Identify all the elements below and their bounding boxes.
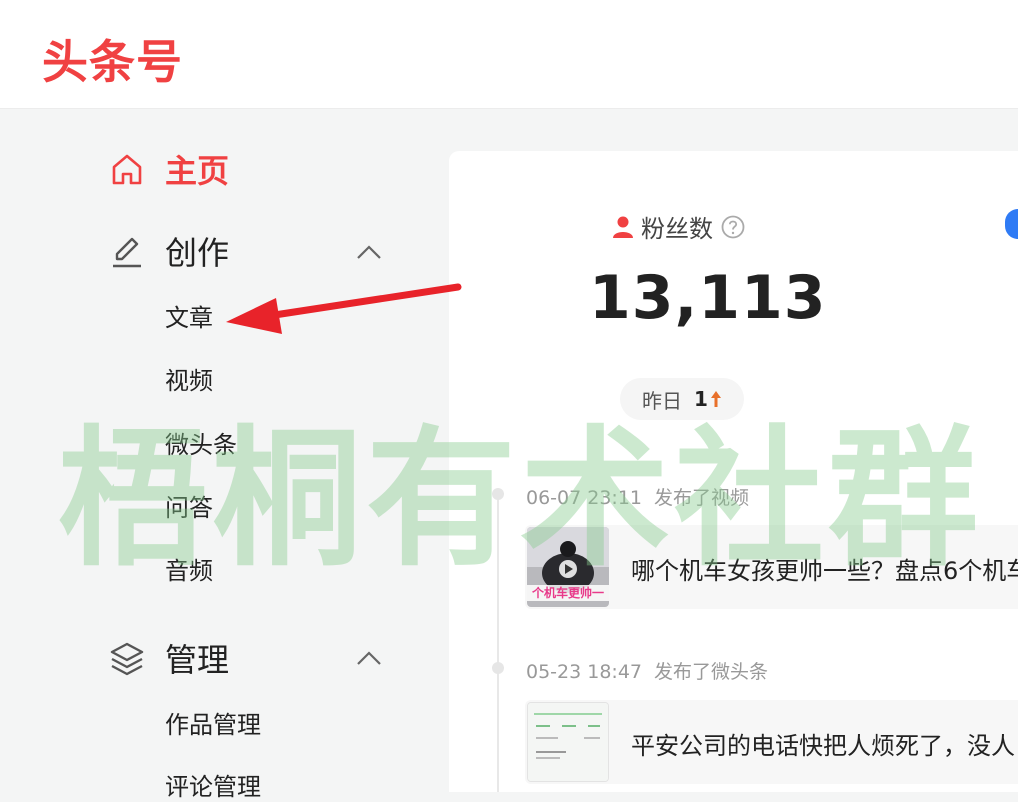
yesterday-badge: 昨日 1: [620, 378, 744, 420]
timeline-action: 发布了视频: [654, 487, 750, 509]
timeline-date: 06-07 23:11: [526, 487, 643, 509]
layers-icon: [110, 642, 144, 676]
timeline-action: 发布了微头条: [654, 661, 769, 683]
timeline-card-title[interactable]: 平安公司的电话快把人烦死了，没人: [631, 726, 1015, 761]
chevron-up-icon[interactable]: [355, 243, 383, 261]
sidebar-group-label: 管理: [165, 641, 230, 679]
video-thumbnail[interactable]: 个机车更帅一: [527, 527, 609, 607]
followers-count: 13,113: [589, 263, 827, 333]
arrow-up-icon: [710, 391, 721, 407]
sidebar-group-manage[interactable]: 管理: [108, 636, 229, 680]
yesterday-label: 昨日: [642, 388, 683, 413]
sidebar-group-label: 创作: [165, 234, 230, 272]
timeline-card-title[interactable]: 哪个机车女孩更帅一些？盘点6个机车: [631, 551, 1018, 586]
post-thumbnail[interactable]: [527, 702, 609, 782]
sidebar-item-label: 主页: [165, 152, 230, 190]
sidebar-item-home[interactable]: 主页: [108, 147, 229, 191]
timeline-card-micro-headline[interactable]: 平安公司的电话快把人烦死了，没人: [525, 700, 1018, 784]
brand-logo[interactable]: 头条号: [42, 26, 183, 92]
followers-label: 粉丝数: [641, 215, 713, 243]
sidebar-item-qa[interactable]: 问答: [165, 493, 213, 523]
timeline-dot: [492, 488, 504, 500]
sidebar-item-works-manage[interactable]: 作品管理: [165, 710, 261, 740]
timeline-card-video[interactable]: 个机车更帅一 哪个机车女孩更帅一些？盘点6个机车: [525, 525, 1018, 609]
timeline-line: [497, 493, 499, 792]
sidebar-item-video[interactable]: 视频: [165, 366, 213, 396]
sidebar-group-create[interactable]: 创作: [108, 229, 229, 273]
main-panel: 粉丝数 13,113 昨日 1 06-07 23:11 发布了视频 个机车更帅一…: [449, 151, 1018, 792]
timeline-meta: 06-07 23:11 发布了视频: [526, 483, 749, 510]
sidebar-item-article[interactable]: 文章: [165, 303, 213, 333]
sidebar-item-audio[interactable]: 音频: [165, 556, 213, 586]
chevron-up-icon[interactable]: [355, 649, 383, 667]
yesterday-value: 1: [694, 387, 708, 411]
followers-label-row: 粉丝数: [611, 209, 745, 244]
pencil-icon: [113, 237, 141, 268]
top-bar: 头条号: [0, 0, 1018, 109]
thumbnail-caption: 个机车更帅一: [531, 585, 604, 600]
sidebar: 主页 创作 文章 视频 微头条 问答 音频 管理 作品管理 评论管理: [0, 108, 448, 801]
home-icon: [112, 154, 142, 185]
timeline-date: 05-23 18:47: [526, 661, 643, 683]
sidebar-item-comments-manage[interactable]: 评论管理: [165, 772, 261, 802]
help-icon[interactable]: [721, 215, 745, 239]
sidebar-item-micro-headline[interactable]: 微头条: [165, 430, 237, 460]
user-icon: [613, 216, 633, 238]
timeline-meta: 05-23 18:47 发布了微头条: [526, 657, 768, 684]
next-stat-icon: [1005, 209, 1018, 239]
timeline-dot: [492, 662, 504, 674]
